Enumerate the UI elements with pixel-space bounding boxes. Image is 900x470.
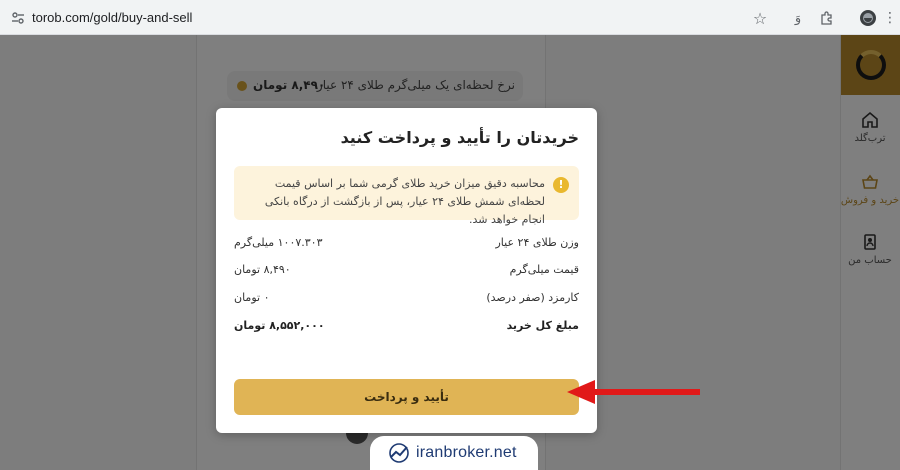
row-value: ۰ تومان [234,291,270,304]
row-label: کارمزد (صفر درصد) [486,291,579,304]
red-arrow-annotation [567,380,700,404]
extension-glyph[interactable]: وَ [788,8,808,28]
row-value: ۸,۴۹۰ تومان [234,263,291,276]
confirm-and-pay-button[interactable]: تأیید و پرداخت [234,379,579,415]
row-value: ۸,۵۵۲,۰۰۰ تومان [234,319,325,332]
profile-avatar-icon[interactable] [858,8,878,28]
site-info-icon[interactable] [8,8,28,28]
info-notice: ! محاسبه دقیق میزان خرید طلای گرمی شما ب… [234,166,579,226]
notice-text: محاسبه دقیق میزان خرید طلای گرمی شما بر … [264,177,545,226]
row-value: ۱۰۰۷.۳۰۳ میلی‌گرم [234,236,323,249]
bookmark-star-icon[interactable]: ☆ [750,8,770,28]
summary-row-weight: وزن طلای ۲۴ عیار ۱۰۰۷.۳۰۳ میلی‌گرم [234,236,579,256]
confirm-payment-modal: خریدتان را تأیید و پرداخت کنید ! محاسبه … [216,108,597,433]
summary-row-unit-price: قیمت میلی‌گرم ۸,۴۹۰ تومان [234,263,579,283]
extensions-puzzle-icon[interactable] [816,8,836,28]
browser-menu-icon[interactable]: ⋮ [880,8,900,28]
row-label: وزن طلای ۲۴ عیار [495,236,580,249]
summary-row-fee: کارمزد (صفر درصد) ۰ تومان [234,291,579,311]
watermark: iranbroker.net [370,436,538,470]
watermark-text: iranbroker.net [416,444,517,461]
summary-row-total: مبلغ کل خرید ۸,۵۵۲,۰۰۰ تومان [234,319,579,339]
address-bar[interactable]: torob.com/gold/buy-and-sell [32,10,192,25]
row-label: قیمت میلی‌گرم [509,263,579,276]
browser-toolbar: torob.com/gold/buy-and-sell ☆ وَ ⋮ [0,0,900,35]
row-label: مبلغ کل خرید [506,319,579,332]
chart-logo-icon [389,443,409,463]
warning-icon: ! [553,177,569,193]
modal-title: خریدتان را تأیید و پرداخت کنید [340,128,579,147]
